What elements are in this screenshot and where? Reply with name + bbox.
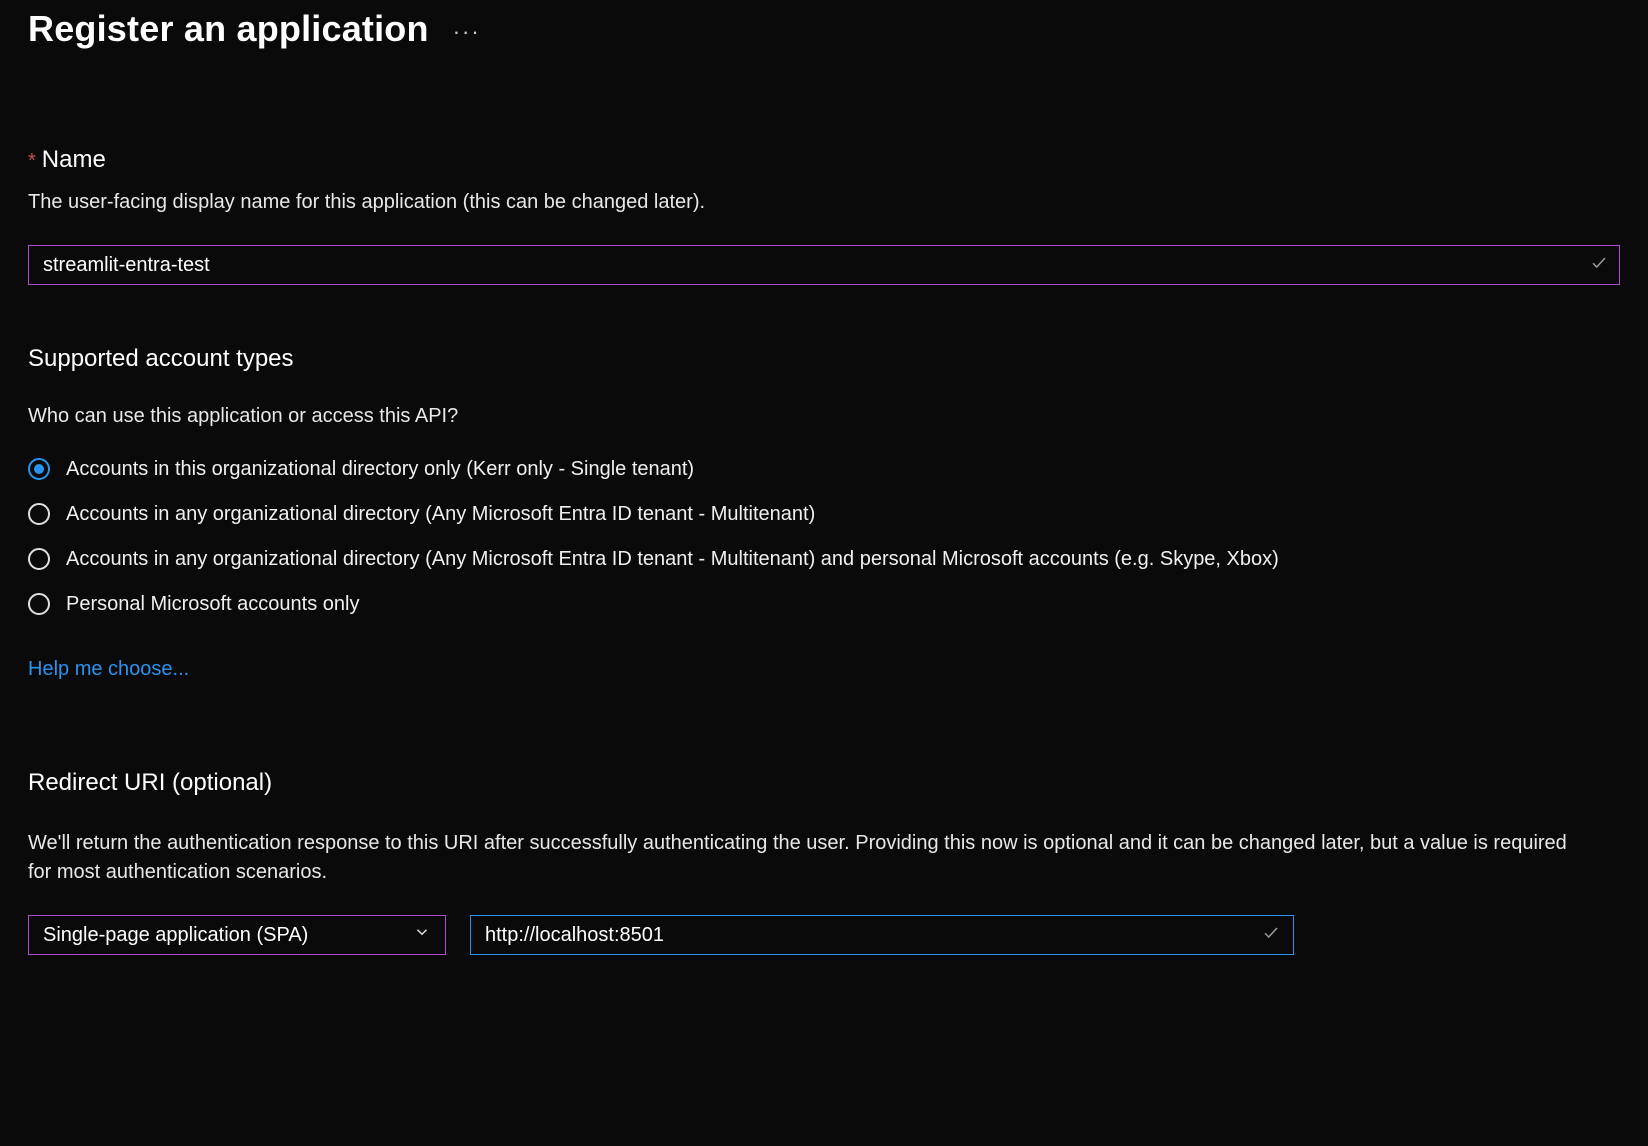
name-description: The user-facing display name for this ap… [28,188,1620,217]
required-star-icon: * [28,150,36,173]
redirect-uri-heading: Redirect URI (optional) [28,769,1620,797]
account-type-label: Accounts in this organizational director… [66,456,694,483]
redirect-uri-input[interactable] [470,915,1294,955]
chevron-down-icon [413,923,431,947]
account-type-label: Accounts in any organizational directory… [66,546,1279,573]
account-types-radio-group: Accounts in this organizational director… [28,456,1620,618]
account-types-section: Supported account types Who can use this… [28,345,1620,681]
account-type-label: Accounts in any organizational directory… [66,501,815,528]
radio-icon [28,458,50,480]
redirect-uri-section: Redirect URI (optional) We'll return the… [28,769,1620,955]
page-title: Register an application [28,8,429,50]
name-label: Name [42,146,106,174]
account-type-option-single-tenant[interactable]: Accounts in this organizational director… [28,456,1620,483]
account-types-question: Who can use this application or access t… [28,405,1620,428]
account-type-option-personal-only[interactable]: Personal Microsoft accounts only [28,591,1620,618]
account-types-heading: Supported account types [28,345,1620,373]
radio-icon [28,503,50,525]
redirect-uri-description: We'll return the authentication response… [28,829,1588,887]
valid-check-icon [1262,924,1280,947]
account-type-label: Personal Microsoft accounts only [66,591,359,618]
valid-check-icon [1590,254,1608,277]
help-me-choose-link[interactable]: Help me choose... [28,658,189,680]
radio-icon [28,593,50,615]
account-type-option-multitenant[interactable]: Accounts in any organizational directory… [28,501,1620,528]
redirect-platform-select[interactable]: Single-page application (SPA) [28,915,446,955]
radio-icon [28,548,50,570]
account-type-option-multitenant-personal[interactable]: Accounts in any organizational directory… [28,546,1620,573]
redirect-platform-selected: Single-page application (SPA) [43,924,308,947]
name-section: * Name The user-facing display name for … [28,146,1620,285]
more-options-icon[interactable]: ··· [453,13,481,45]
name-input[interactable] [28,245,1620,285]
